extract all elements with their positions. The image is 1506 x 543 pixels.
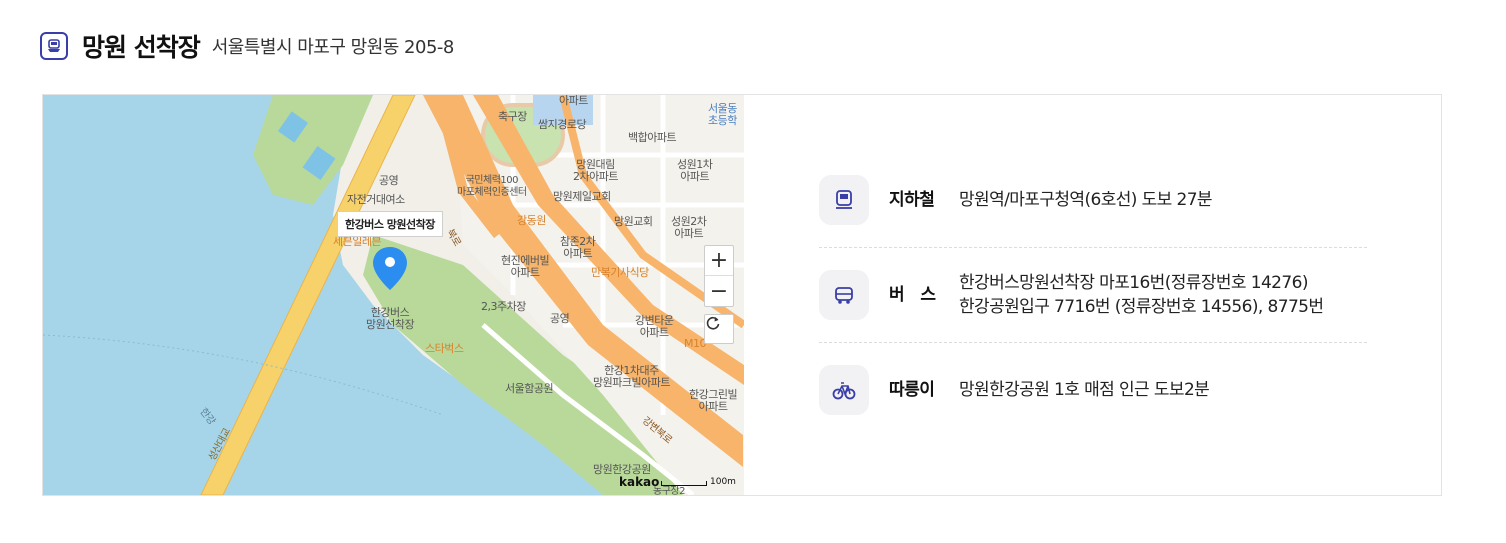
map-label: 2,3주차장 xyxy=(481,300,526,313)
bus-text: 한강버스망원선착장 마포16번(정류장번호 14276) 한강공원입구 7716… xyxy=(959,270,1324,319)
bus-line-2: 한강공원입구 7716번 (정류장번호 14556), 8775번 xyxy=(959,297,1324,317)
map-label: 망원대림 2차아파트 xyxy=(573,158,618,183)
map-label: 참존2차 아파트 xyxy=(560,235,596,260)
map-label: 서울동 초등학 xyxy=(708,102,737,127)
map-label: 한강1차대주 망원파크빌아파트 xyxy=(593,364,670,389)
map-label: 자전거대여소 xyxy=(347,193,405,206)
map-label: 공영 xyxy=(379,174,399,187)
bicycle-icon xyxy=(819,365,869,415)
map-label: 현진에버빌 아파트 xyxy=(501,254,550,279)
pin-label: 한강버스 망원선착장 xyxy=(337,211,443,237)
map-label: 망원교회 xyxy=(614,215,653,228)
map-label: 국민체력100 마포체력인증센터 xyxy=(457,175,527,198)
map-label: 성원1차 아파트 xyxy=(677,158,713,183)
transport-info: 지하철 망원역/마포구청역(6호선) 도보 27분 버 스 한강버스망원선착장 … xyxy=(819,175,1367,438)
bus-icon xyxy=(819,270,869,320)
ferry-icon xyxy=(40,32,68,60)
map-label: M10 xyxy=(684,337,707,350)
scale-bar xyxy=(661,481,707,486)
subway-text: 망원역/마포구청역(6호선) 도보 27분 xyxy=(959,190,1213,210)
scale-label: 100m xyxy=(710,477,736,487)
zoom-in-button[interactable]: + xyxy=(705,246,733,276)
location-panel: 아파트 축구장 쌈지경로당 서울동 초등학 백합아파트 망원대림 2차아파트 성… xyxy=(42,94,1442,496)
map-label: 스타벅스 xyxy=(425,342,464,355)
page-title: 망원 선착장 xyxy=(82,33,201,62)
map-label: 망원제일교회 xyxy=(553,190,611,203)
map-provider-logo: kakao xyxy=(619,475,660,489)
header: 망원 선착장 서울특별시 마포구 망원동 205-8 xyxy=(40,28,454,64)
zoom-out-button[interactable]: − xyxy=(705,276,733,306)
bus-line-1: 한강버스망원선착장 마포16번(정류장번호 14276) xyxy=(959,273,1308,293)
map-label: 쌈지경로당 xyxy=(538,118,587,131)
map-canvas xyxy=(43,95,744,495)
map-view[interactable]: 아파트 축구장 쌈지경로당 서울동 초등학 백합아파트 망원대림 2차아파트 성… xyxy=(43,95,744,495)
map-label: 세븐일레븐 xyxy=(333,235,382,248)
refresh-icon xyxy=(706,316,720,330)
bike-text: 망원한강공원 1호 매점 인근 도보2분 xyxy=(959,380,1210,400)
map-label: 성원2차 아파트 xyxy=(671,215,707,240)
bus-label: 버 스 xyxy=(889,285,936,305)
map-label: 공영 xyxy=(550,312,570,325)
bike-label: 따릉이 xyxy=(889,380,935,400)
subway-icon xyxy=(819,175,869,225)
map-label: 한강그린빌 아파트 xyxy=(689,388,738,413)
bus-row: 버 스 한강버스망원선착장 마포16번(정류장번호 14276) 한강공원입구 … xyxy=(819,248,1367,343)
zoom-control: + − xyxy=(704,245,734,307)
subway-row: 지하철 망원역/마포구청역(6호선) 도보 27분 xyxy=(819,175,1367,248)
address: 서울특별시 마포구 망원동 205-8 xyxy=(211,37,455,58)
map-label: 강변타운 아파트 xyxy=(635,314,674,339)
map-label: 백합아파트 xyxy=(628,131,677,144)
map-label: 축구장 xyxy=(498,110,527,123)
map-label: 서울함공원 xyxy=(505,382,554,395)
reset-map-button[interactable] xyxy=(704,314,734,344)
map-label: 강동원 xyxy=(517,214,546,227)
map-label: 만복기사식당 xyxy=(591,266,649,279)
bike-row: 따릉이 망원한강공원 1호 매점 인근 도보2분 xyxy=(819,343,1367,438)
map-label: 아파트 xyxy=(559,95,588,107)
map-label: 한강버스 망원선착장 xyxy=(366,306,415,331)
subway-label: 지하철 xyxy=(889,190,935,210)
